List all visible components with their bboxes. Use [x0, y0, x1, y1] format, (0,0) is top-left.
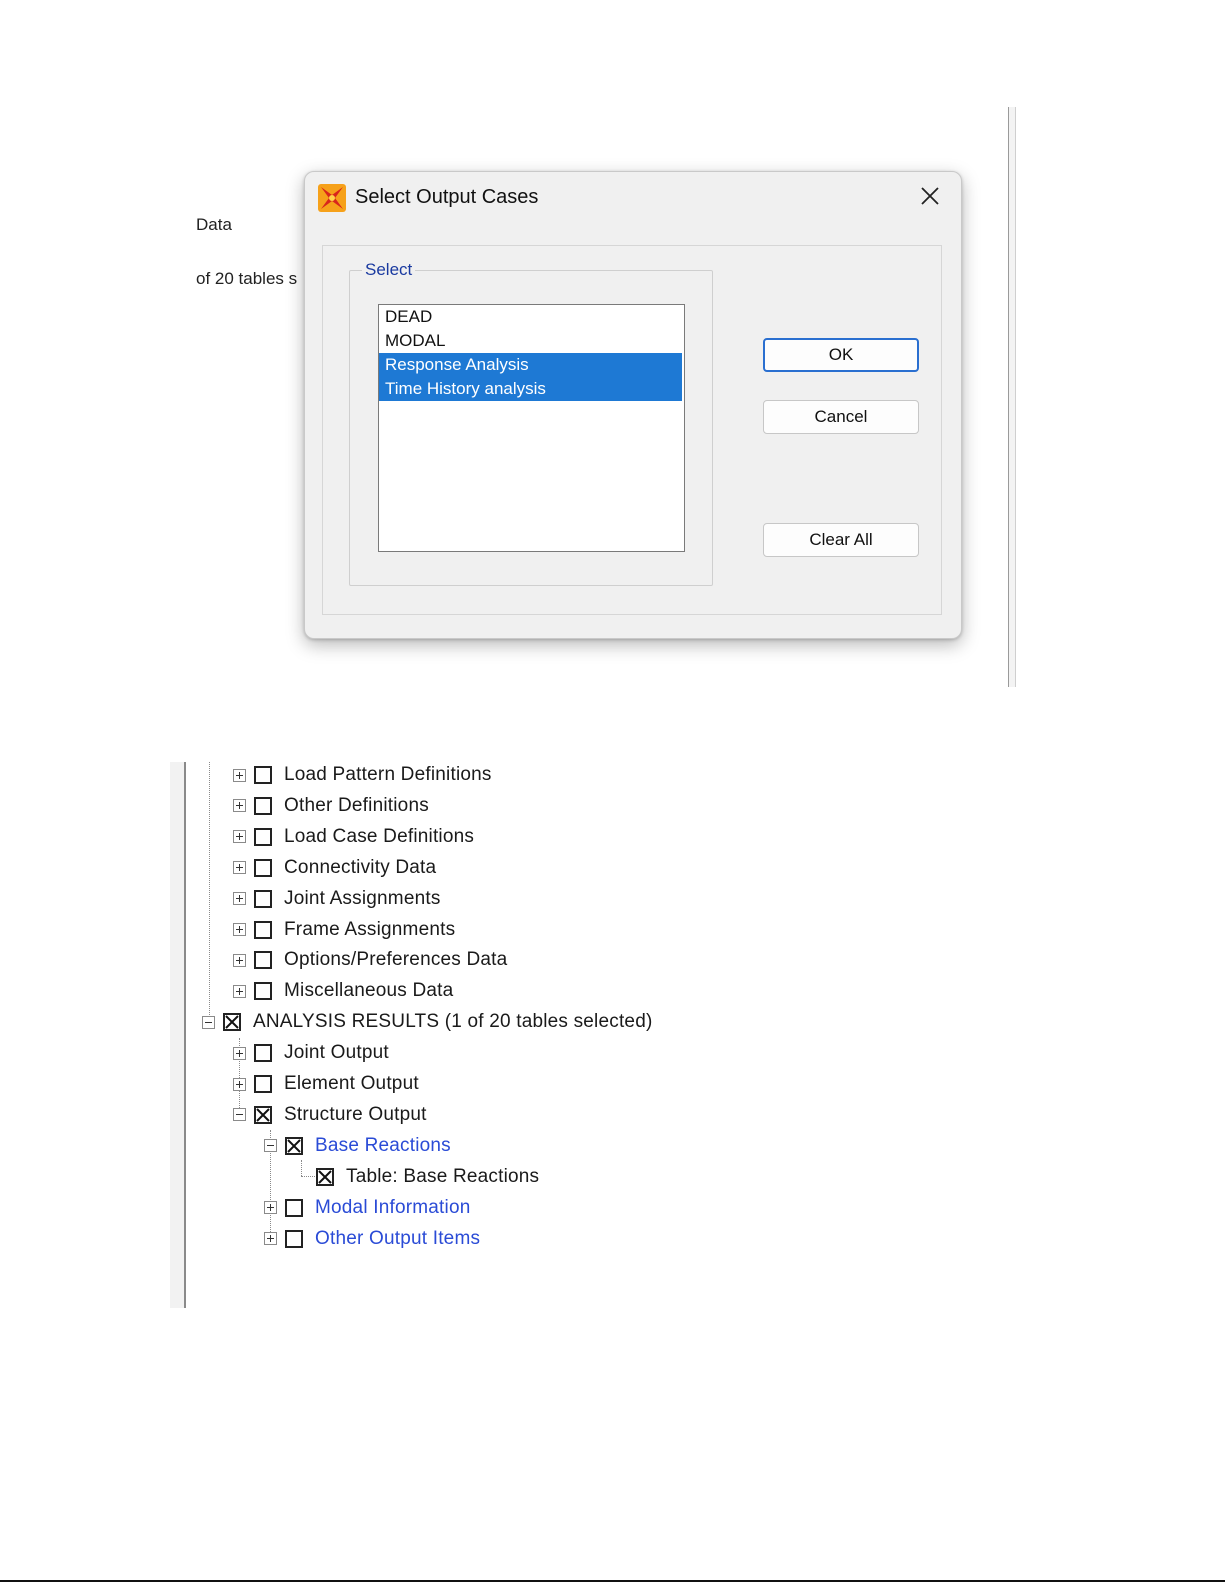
tree-node-label: Base Reactions [315, 1134, 451, 1156]
close-button[interactable] [909, 180, 951, 216]
checked-checkbox[interactable] [223, 1013, 241, 1032]
case-list-item[interactable]: DEAD [379, 305, 684, 329]
cancel-button[interactable]: Cancel [763, 400, 919, 434]
expand-plus-icon[interactable] [233, 799, 246, 813]
tree-node-label: Modal Information [315, 1196, 471, 1218]
expand-plus-icon[interactable] [233, 892, 246, 906]
dialog-titlebar[interactable]: Select Output Cases [305, 172, 961, 224]
tree-node[interactable]: Frame Assignments [233, 915, 455, 945]
tree-node[interactable]: Modal Information [264, 1193, 470, 1223]
tree-node[interactable]: Load Pattern Definitions [233, 762, 492, 790]
tree-node-label: Frame Assignments [284, 918, 456, 940]
expand-plus-icon[interactable] [264, 1232, 277, 1245]
expand-plus-icon[interactable] [233, 768, 246, 782]
tree-node-label: Connectivity Data [284, 856, 437, 878]
tree-node-label: ANALYSIS RESULTS (1 of 20 tables selecte… [253, 1011, 653, 1033]
expand-plus-icon[interactable] [233, 830, 246, 844]
unchecked-checkbox[interactable] [285, 1198, 303, 1217]
tree-node-label: Load Case Definitions [284, 825, 475, 847]
expand-plus-icon[interactable] [233, 1046, 246, 1060]
tree-node[interactable]: Joint Output [233, 1038, 389, 1068]
tree-node[interactable]: Structure Output [233, 1100, 427, 1130]
unchecked-checkbox[interactable] [254, 889, 272, 908]
case-list-item[interactable]: Response Analysis [379, 353, 682, 377]
tree-node[interactable]: Base Reactions [264, 1131, 451, 1161]
dialog-content-panel: Select DEAD MODAL Response Analysis Time Hi… [322, 245, 942, 615]
clear-all-button[interactable]: Clear All [763, 523, 919, 557]
select-group-box: Select DEAD MODAL Response Analysis Time Hi… [349, 260, 713, 586]
tree-node-label: Table: Base Reactions [346, 1165, 540, 1187]
background-text-data: Data [196, 215, 232, 234]
tree-panel-border [170, 762, 186, 1308]
collapse-minus-icon[interactable] [202, 1015, 215, 1029]
checked-checkbox[interactable] [316, 1167, 334, 1186]
unchecked-checkbox[interactable] [254, 827, 272, 846]
checked-checkbox[interactable] [285, 1136, 303, 1155]
ok-button[interactable]: OK [763, 338, 919, 372]
select-group-label: Select [362, 260, 416, 280]
case-list-item[interactable]: Time History analysis [379, 377, 682, 401]
expand-plus-icon[interactable] [233, 984, 246, 998]
unchecked-checkbox[interactable] [254, 951, 272, 970]
unchecked-checkbox[interactable] [254, 766, 272, 784]
tree-node-label: Miscellaneous Data [284, 980, 454, 1002]
select-output-cases-screenshot: Data of 20 tables s Select Output Cases [196, 107, 1030, 687]
background-text-tables-count: of 20 tables s [196, 269, 298, 288]
tree-guide-line [209, 762, 210, 1015]
case-list-item[interactable]: MODAL [379, 329, 684, 353]
database-tables-tree-screenshot: Load Pattern Definitions Other Definition… [170, 762, 730, 1308]
tree-node[interactable]: Element Output [233, 1069, 419, 1099]
page-border-line [0, 1580, 1225, 1582]
tree-node-label: Other Output Items [315, 1227, 481, 1249]
tree-node[interactable]: ANALYSIS RESULTS (1 of 20 tables selecte… [202, 1007, 653, 1037]
select-output-cases-dialog: Select Output Cases Select DEAD MODAL Resp… [304, 171, 962, 639]
tree-node[interactable]: Connectivity Data [233, 853, 436, 883]
unchecked-checkbox[interactable] [254, 920, 272, 939]
tree-node-label: Other Definitions [284, 794, 429, 816]
tree-node[interactable]: Joint Assignments [233, 884, 441, 914]
output-cases-listbox[interactable]: DEAD MODAL Response Analysis Time History a… [378, 304, 685, 552]
expand-plus-icon[interactable] [233, 953, 246, 967]
tree-node[interactable]: Miscellaneous Data [233, 976, 453, 1006]
tree-node-label: Structure Output [284, 1103, 427, 1125]
unchecked-checkbox[interactable] [254, 1044, 272, 1063]
tree-node[interactable]: Table: Base Reactions [295, 1162, 539, 1192]
tree-node-label: Joint Assignments [284, 887, 441, 909]
unchecked-checkbox[interactable] [285, 1229, 303, 1248]
checked-checkbox[interactable] [254, 1105, 272, 1124]
tree-node[interactable]: Load Case Definitions [233, 822, 474, 852]
tree-node-label: Options/Preferences Data [284, 949, 508, 971]
tree-node[interactable]: Other Output Items [264, 1224, 480, 1254]
unchecked-checkbox[interactable] [254, 858, 272, 877]
expand-plus-icon[interactable] [233, 1077, 246, 1091]
collapse-minus-icon[interactable] [264, 1139, 277, 1153]
expand-plus-icon[interactable] [264, 1201, 277, 1215]
expand-plus-icon[interactable] [233, 923, 246, 936]
unchecked-checkbox[interactable] [254, 982, 272, 1001]
dialog-title: Select Output Cases [355, 186, 539, 208]
tree-node[interactable]: Options/Preferences Data [233, 945, 507, 975]
collapse-minus-icon[interactable] [233, 1108, 246, 1122]
close-icon [920, 186, 940, 211]
tree-node[interactable]: Other Definitions [233, 791, 429, 821]
expand-plus-icon[interactable] [233, 861, 246, 875]
tree-node-label: Element Output [284, 1073, 419, 1094]
tree-node-label: Load Pattern Definitions [284, 764, 492, 785]
unchecked-checkbox[interactable] [254, 796, 272, 815]
unchecked-checkbox[interactable] [254, 1075, 272, 1093]
sap2000-app-icon [317, 183, 347, 213]
window-border [1008, 107, 1016, 687]
tree-node-label: Joint Output [284, 1042, 389, 1064]
